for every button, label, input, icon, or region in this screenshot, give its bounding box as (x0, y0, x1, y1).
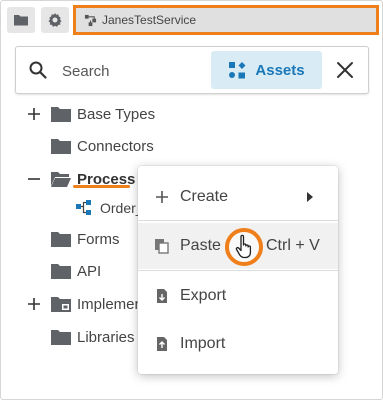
menu-item-label: Export (180, 287, 227, 304)
tree-item-label: API (77, 262, 102, 280)
menu-item-label: Paste (180, 237, 221, 254)
context-menu: Create Paste Ctrl + V Export Import (138, 166, 338, 374)
menu-divider (138, 270, 338, 271)
assets-filter-button[interactable]: Assets (211, 51, 322, 89)
folder-icon (51, 107, 71, 122)
folder-icon (14, 15, 28, 26)
search-bar: Assets (15, 46, 369, 94)
folder-icon (51, 264, 71, 279)
process-icon (76, 200, 91, 215)
tree-item-connectors[interactable]: Connectors (1, 133, 383, 159)
folder-open-icon (51, 172, 71, 187)
menu-item-export[interactable]: Export (138, 273, 338, 319)
folder-view-button[interactable] (7, 7, 35, 33)
expand-icon[interactable] (27, 107, 41, 121)
top-bar: JanesTestService (5, 5, 380, 35)
tree-item-base-types[interactable]: Base Types (1, 101, 383, 127)
chevron-right-icon (307, 192, 313, 202)
hand-cursor-icon (235, 234, 252, 259)
menu-item-import[interactable]: Import (138, 321, 338, 367)
menu-item-shortcut: Ctrl + V (266, 237, 320, 254)
gear-icon (48, 13, 62, 27)
settings-button[interactable] (41, 7, 69, 33)
folder-icon (51, 232, 71, 247)
folder-implementation-icon (51, 297, 71, 312)
collapse-icon[interactable] (27, 172, 41, 186)
menu-item-label: Import (180, 335, 226, 352)
service-selector[interactable]: JanesTestService (73, 5, 379, 35)
menu-item-create[interactable]: Create (138, 174, 338, 220)
tree-item-label: Base Types (77, 105, 156, 123)
menu-item-label: Create (180, 188, 229, 205)
service-icon (84, 14, 97, 26)
plus-icon (156, 191, 168, 203)
tree-item-label: Libraries (77, 328, 135, 346)
tree-item-label: Implemen (77, 295, 143, 313)
import-icon (157, 337, 167, 351)
assets-label: Assets (255, 61, 305, 79)
selection-underline (73, 185, 130, 188)
search-input[interactable] (62, 61, 212, 81)
export-icon (157, 289, 167, 303)
tree-item-label: Forms (77, 230, 120, 248)
close-icon[interactable] (334, 59, 356, 81)
app-window: JanesTestService Assets Base Typ (0, 0, 383, 400)
search-icon (29, 61, 47, 79)
assets-icon (229, 62, 246, 79)
menu-divider (138, 220, 338, 221)
paste-icon (155, 239, 169, 254)
folder-icon (51, 330, 71, 345)
service-name: JanesTestService (102, 13, 197, 27)
expand-icon[interactable] (27, 297, 41, 311)
tree-item-label: Connectors (77, 137, 154, 155)
folder-icon (51, 139, 71, 154)
